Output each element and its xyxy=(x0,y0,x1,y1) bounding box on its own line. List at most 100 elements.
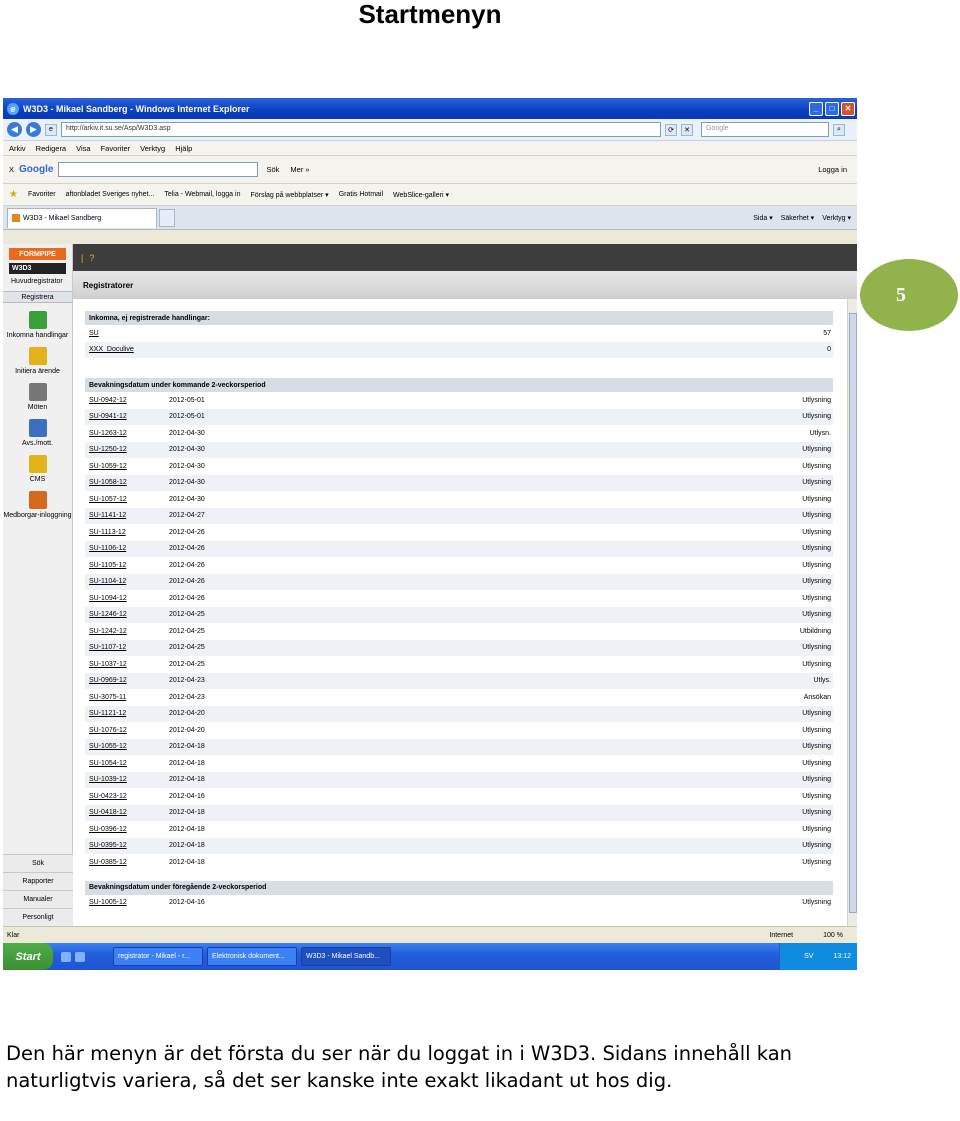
sidebar-item[interactable]: Initiera ärende xyxy=(3,347,72,375)
case-date: 2012-04-26 xyxy=(169,545,205,553)
case-id-link[interactable]: SU-1057-12 xyxy=(89,496,169,503)
case-id-link[interactable]: SU-0969-12 xyxy=(89,677,169,684)
close-button[interactable]: ✕ xyxy=(841,101,855,116)
case-id-link[interactable]: SU-1039-12 xyxy=(89,776,169,783)
sidebar-item-label: Avs./mott. xyxy=(22,440,53,447)
previous-heading: Bevakningsdatum under föregående 2-vecko… xyxy=(85,880,833,895)
case-id-link[interactable]: SU-0942-12 xyxy=(89,397,169,404)
case-id-link[interactable]: SU-1242-12 xyxy=(89,628,169,635)
zoom-level[interactable]: 100 % xyxy=(823,932,843,939)
case-id-link[interactable]: SU-1263-12 xyxy=(89,430,169,437)
case-id-link[interactable]: SU-3075-11 xyxy=(89,694,169,701)
sidebar-bottom-item[interactable]: Personligt xyxy=(3,908,73,926)
case-id-link[interactable]: SU-1076-12 xyxy=(89,727,169,734)
case-id-link[interactable]: SU-1141-12 xyxy=(89,512,169,519)
fav-suggested[interactable]: Förslag på webbplatser ▾ xyxy=(250,191,328,199)
window-titlebar: e W3D3 - Mikael Sandberg - Windows Inter… xyxy=(3,98,857,119)
case-id-link[interactable]: SU-1113-12 xyxy=(89,529,169,536)
task-elektronisk[interactable]: Elektronisk dokument... xyxy=(207,947,297,966)
google-search-button[interactable]: Sök xyxy=(263,164,282,175)
browser-search-input[interactable]: Google xyxy=(701,122,829,137)
case-id-link[interactable]: SU-0395-12 xyxy=(89,842,169,849)
case-id-link[interactable]: SU-1246-12 xyxy=(89,611,169,618)
vertical-scrollbar[interactable] xyxy=(847,299,857,926)
google-search-field[interactable] xyxy=(58,162,259,177)
case-date: 2012-04-25 xyxy=(169,644,205,652)
sidebar-item[interactable]: Avs./mott. xyxy=(3,419,72,447)
case-id-link[interactable]: SU-0941-12 xyxy=(89,413,169,420)
minimize-button[interactable]: _ xyxy=(809,101,823,116)
sidebar-item[interactable]: Möten xyxy=(3,383,72,411)
sidebar-bottom-item[interactable]: Sök xyxy=(3,854,73,872)
fav-telia[interactable]: Telia - Webmail, logga in xyxy=(164,191,240,198)
case-id-link[interactable]: SU-1054-12 xyxy=(89,760,169,767)
sidebar-bottom-item[interactable]: Manualer xyxy=(3,890,73,908)
case-id-link[interactable]: SU-1107-12 xyxy=(89,644,169,651)
command-page[interactable]: Sida ▾ xyxy=(753,214,772,222)
help-icon[interactable]: ? xyxy=(89,253,94,263)
scroll-thumb[interactable] xyxy=(849,313,857,913)
google-more-button[interactable]: Mer » xyxy=(287,164,312,175)
case-id-link[interactable]: SU-1005-12 xyxy=(89,899,169,906)
case-id-link[interactable]: SU-1105-12 xyxy=(89,562,169,569)
maximize-button[interactable]: □ xyxy=(825,101,839,116)
menu-verktyg[interactable]: Verktyg xyxy=(140,144,165,153)
case-id-link[interactable]: SU-1121-12 xyxy=(89,710,169,717)
fav-webslice[interactable]: WebSlice-galleri ▾ xyxy=(393,191,449,199)
sidebar-item[interactable]: Inkomna handlingar xyxy=(3,311,72,339)
incoming-source-link[interactable]: SU xyxy=(89,330,289,337)
sidebar-bottom-item[interactable]: Rapporter xyxy=(3,872,73,890)
browser-tab[interactable]: W3D3 - Mikael Sandberg xyxy=(7,207,157,228)
url-field[interactable]: http://arkiv.it.su.se/Asp/W3D3.asp xyxy=(61,122,661,137)
language-indicator[interactable]: SV xyxy=(804,953,813,960)
search-icon[interactable]: ⌕ xyxy=(833,123,845,136)
case-id-link[interactable]: SU-1104-12 xyxy=(89,578,169,585)
case-id-link[interactable]: SU-1059-12 xyxy=(89,463,169,470)
case-id-link[interactable]: SU-0385-12 xyxy=(89,859,169,866)
case-date: 2012-04-30 xyxy=(169,495,205,503)
menu-hjalp[interactable]: Hjälp xyxy=(175,144,192,153)
register-label: Huvudregistrator xyxy=(11,278,63,285)
table-row: SU-1076-12 2012-04-20 Utlysning xyxy=(85,722,833,739)
refresh-icon[interactable]: ⟳ xyxy=(665,123,677,136)
menu-visa[interactable]: Visa xyxy=(76,144,90,153)
case-date: 2012-04-20 xyxy=(169,710,205,718)
command-tools[interactable]: Verktyg ▾ xyxy=(822,214,851,222)
toolbar-close-icon[interactable]: X xyxy=(9,165,14,174)
case-id-link[interactable]: SU-0418-12 xyxy=(89,809,169,816)
case-id-link[interactable]: SU-0423-12 xyxy=(89,793,169,800)
google-logo: Google xyxy=(19,164,54,175)
menu-redigera[interactable]: Redigera xyxy=(36,144,66,153)
favorites-link[interactable]: Favoriter xyxy=(28,191,56,198)
favorites-star-icon[interactable]: ★ xyxy=(9,189,18,200)
fav-aftonbladet[interactable]: aftonbladet Sveriges nyhet... xyxy=(66,191,155,198)
menu-arkiv[interactable]: Arkiv xyxy=(9,144,26,153)
case-type: Utlysning xyxy=(802,578,831,586)
sidebar-item[interactable]: CMS xyxy=(3,455,72,483)
forward-button[interactable]: ▶ xyxy=(26,122,41,137)
case-id-link[interactable]: SU-1037-12 xyxy=(89,661,169,668)
back-button[interactable]: ◀ xyxy=(7,122,22,137)
start-button[interactable]: Start xyxy=(3,943,53,970)
incoming-source-link[interactable]: XXX_Doculive xyxy=(89,346,289,353)
case-id-link[interactable]: SU-1055-12 xyxy=(89,743,169,750)
register-tab[interactable]: Registrera xyxy=(3,291,72,303)
case-id-link[interactable]: SU-1106-12 xyxy=(89,545,169,552)
sidebar-item[interactable]: Medborgar-inloggning xyxy=(3,491,72,519)
new-tab-button[interactable] xyxy=(159,208,175,227)
case-id-link[interactable]: SU-0396-12 xyxy=(89,826,169,833)
task-registrator[interactable]: registrator - Mikael - r... xyxy=(113,947,203,966)
stop-icon[interactable]: ✕ xyxy=(681,123,693,136)
case-id-link[interactable]: SU-1058-12 xyxy=(89,479,169,486)
table-row: SU-1055-12 2012-04-18 Utlysning xyxy=(85,738,833,755)
case-id-link[interactable]: SU-1094-12 xyxy=(89,595,169,602)
task-w3d3[interactable]: W3D3 - Mikael Sandb... xyxy=(301,947,391,966)
ie-quicklaunch-icon[interactable] xyxy=(61,951,71,962)
case-type: Utbildning xyxy=(799,627,831,635)
menu-favoriter[interactable]: Favoriter xyxy=(101,144,131,153)
app-quicklaunch-icon[interactable] xyxy=(75,951,85,962)
google-login-link[interactable]: Logga in xyxy=(818,165,847,174)
fav-hotmail[interactable]: Gratis Hotmail xyxy=(339,191,383,198)
command-safety[interactable]: Säkerhet ▾ xyxy=(781,214,814,222)
case-id-link[interactable]: SU-1250-12 xyxy=(89,446,169,453)
